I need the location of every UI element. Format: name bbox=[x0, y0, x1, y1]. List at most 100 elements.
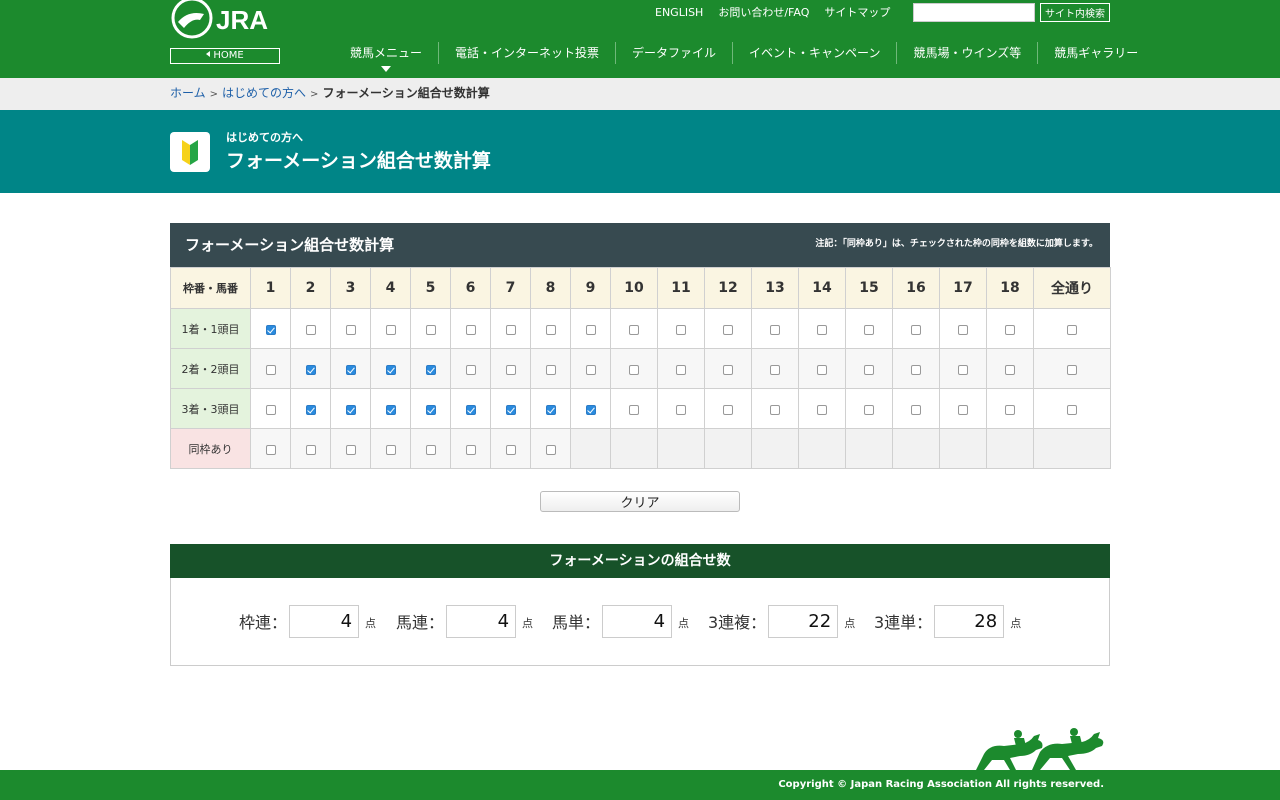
checkbox-cell bbox=[704, 348, 752, 389]
checkbox[interactable] bbox=[1005, 364, 1015, 375]
nav-item-phone-internet-voting[interactable]: 電話・インターネット投票 bbox=[438, 42, 615, 64]
checkbox[interactable] bbox=[770, 404, 780, 415]
checkbox[interactable] bbox=[425, 324, 436, 335]
checkbox[interactable] bbox=[425, 444, 436, 455]
checkbox[interactable] bbox=[817, 324, 827, 335]
checkbox[interactable] bbox=[505, 404, 516, 415]
checkbox[interactable] bbox=[545, 364, 556, 375]
table-row: 2着・2頭目 bbox=[170, 348, 1111, 389]
checkbox[interactable] bbox=[723, 404, 733, 415]
checkbox[interactable] bbox=[1005, 324, 1015, 335]
checkbox[interactable] bbox=[545, 404, 556, 415]
checkbox[interactable] bbox=[958, 364, 968, 375]
checkbox[interactable] bbox=[465, 444, 476, 455]
checkbox[interactable] bbox=[545, 444, 556, 455]
checkbox[interactable] bbox=[1067, 324, 1077, 335]
link-english[interactable]: ENGLISH bbox=[655, 6, 703, 20]
site-footer: Copyright © Japan Racing Association All… bbox=[0, 770, 1280, 800]
result-sanrentan-field[interactable]: 28 bbox=[934, 604, 1005, 638]
checkbox[interactable] bbox=[585, 324, 596, 335]
checkbox-cell bbox=[450, 308, 491, 349]
checkbox[interactable] bbox=[265, 444, 276, 455]
checkbox[interactable] bbox=[265, 324, 276, 335]
nav-item-data-file[interactable]: データファイル bbox=[615, 42, 732, 64]
checkbox[interactable] bbox=[465, 324, 476, 335]
checkbox[interactable] bbox=[864, 364, 874, 375]
breadcrumb-home[interactable]: ホーム bbox=[170, 86, 206, 100]
checkbox[interactable] bbox=[305, 324, 316, 335]
nav-item-gallery[interactable]: 競馬ギャラリー bbox=[1037, 42, 1154, 64]
checkbox[interactable] bbox=[1067, 364, 1077, 375]
link-sitemap[interactable]: サイトマップ bbox=[824, 6, 890, 20]
result-unit: 点 bbox=[365, 617, 377, 630]
checkbox[interactable] bbox=[676, 324, 686, 335]
checkbox[interactable] bbox=[545, 324, 556, 335]
checkbox[interactable] bbox=[425, 364, 436, 375]
site-search-button[interactable]: サイト内検索 bbox=[1040, 3, 1110, 22]
row-label: 同枠あり bbox=[170, 428, 251, 469]
checkbox[interactable] bbox=[817, 404, 827, 415]
checkbox[interactable] bbox=[676, 364, 686, 375]
result-umaren-field[interactable]: 4 bbox=[446, 604, 517, 638]
checkbox[interactable] bbox=[864, 404, 874, 415]
checkbox[interactable] bbox=[385, 324, 396, 335]
result-sanrenpuku-field[interactable]: 22 bbox=[768, 604, 839, 638]
nav-item-racecourses-wins[interactable]: 競馬場・ウインズ等 bbox=[896, 42, 1037, 64]
checkbox[interactable] bbox=[911, 324, 921, 335]
checkbox[interactable] bbox=[305, 364, 316, 375]
nav-item-events-campaigns[interactable]: イベント・キャンペーン bbox=[732, 42, 896, 64]
checkbox[interactable] bbox=[911, 404, 921, 415]
checkbox[interactable] bbox=[305, 404, 316, 415]
checkbox[interactable] bbox=[345, 364, 356, 375]
checkbox[interactable] bbox=[305, 444, 316, 455]
column-header: 11 bbox=[657, 267, 705, 309]
link-contact-faq[interactable]: お問い合わせ/FAQ bbox=[718, 6, 809, 20]
checkbox[interactable] bbox=[585, 404, 596, 415]
home-button[interactable]: HOME bbox=[170, 48, 280, 64]
checkbox[interactable] bbox=[958, 404, 968, 415]
checkbox[interactable] bbox=[629, 404, 639, 415]
checkbox[interactable] bbox=[1005, 404, 1015, 415]
column-header: 17 bbox=[939, 267, 987, 309]
checkbox[interactable] bbox=[911, 364, 921, 375]
checkbox[interactable] bbox=[425, 404, 436, 415]
checkbox[interactable] bbox=[385, 444, 396, 455]
column-header: 14 bbox=[798, 267, 846, 309]
checkbox[interactable] bbox=[345, 324, 356, 335]
result-umatan-field[interactable]: 4 bbox=[602, 604, 673, 638]
checkbox[interactable] bbox=[385, 364, 396, 375]
column-header: 16 bbox=[892, 267, 940, 309]
checkbox[interactable] bbox=[770, 324, 780, 335]
checkbox[interactable] bbox=[585, 364, 596, 375]
checkbox[interactable] bbox=[465, 404, 476, 415]
checkbox[interactable] bbox=[676, 404, 686, 415]
checkbox[interactable] bbox=[817, 364, 827, 375]
checkbox-cell bbox=[410, 388, 451, 429]
result-unit: 点 bbox=[844, 617, 856, 630]
site-search-input[interactable] bbox=[913, 3, 1035, 22]
checkbox[interactable] bbox=[629, 364, 639, 375]
checkbox[interactable] bbox=[723, 324, 733, 335]
checkbox[interactable] bbox=[864, 324, 874, 335]
checkbox[interactable] bbox=[770, 364, 780, 375]
checkbox[interactable] bbox=[265, 364, 276, 375]
checkbox[interactable] bbox=[505, 444, 516, 455]
checkbox[interactable] bbox=[345, 444, 356, 455]
column-header: 13 bbox=[751, 267, 799, 309]
checkbox[interactable] bbox=[505, 324, 516, 335]
jra-logo[interactable]: JRA bbox=[170, 0, 280, 40]
checkbox[interactable] bbox=[723, 364, 733, 375]
checkbox[interactable] bbox=[345, 404, 356, 415]
checkbox[interactable] bbox=[265, 404, 276, 415]
nav-item-keiba-menu[interactable]: 競馬メニュー bbox=[334, 42, 438, 72]
checkbox[interactable] bbox=[385, 404, 396, 415]
result-wakuren-field[interactable]: 4 bbox=[289, 604, 360, 638]
clear-button[interactable]: クリア bbox=[540, 491, 740, 512]
checkbox-cell bbox=[939, 348, 987, 389]
checkbox[interactable] bbox=[1067, 404, 1077, 415]
checkbox[interactable] bbox=[465, 364, 476, 375]
breadcrumb-beginners[interactable]: はじめての方へ bbox=[222, 86, 306, 100]
checkbox[interactable] bbox=[505, 364, 516, 375]
checkbox[interactable] bbox=[629, 324, 639, 335]
checkbox[interactable] bbox=[958, 324, 968, 335]
